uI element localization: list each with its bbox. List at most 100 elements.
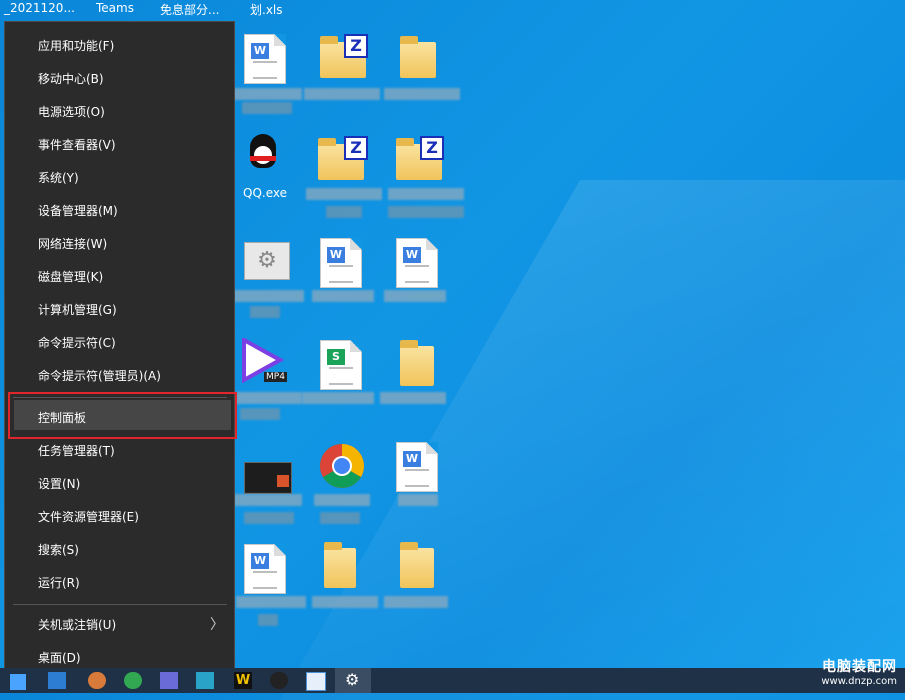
desktop-icon-chrome[interactable] bbox=[312, 440, 372, 498]
desktop-icon-word-3[interactable]: W bbox=[392, 236, 452, 294]
blurred-label bbox=[314, 494, 370, 506]
menu-separator bbox=[13, 604, 227, 605]
taskbar-app-icon[interactable] bbox=[196, 672, 214, 689]
desktop-icon-zip-folder-1[interactable]: Z bbox=[312, 30, 372, 88]
blurred-label bbox=[234, 290, 304, 302]
blurred-label bbox=[240, 408, 280, 420]
desktop-icon-folder-2[interactable] bbox=[392, 338, 452, 396]
blurred-label bbox=[388, 188, 464, 200]
blurred-label bbox=[236, 596, 306, 608]
spreadsheet-doc-icon: S bbox=[320, 340, 362, 390]
gear-icon: ⚙ bbox=[345, 670, 360, 689]
winx-context-menu: 应用和功能(F) 移动中心(B) 电源选项(O) 事件查看器(V) 系统(Y) … bbox=[4, 21, 237, 678]
qq-label: QQ.exe bbox=[243, 186, 287, 200]
menu-item-command-prompt-admin[interactable]: 命令提示符(管理员)(A) bbox=[5, 360, 234, 393]
menu-item-label: 应用和功能(F) bbox=[38, 39, 115, 53]
menu-item-system[interactable]: 系统(Y) bbox=[5, 162, 234, 195]
menu-item-device-manager[interactable]: 设备管理器(M) bbox=[5, 195, 234, 228]
desktop-icon-zip-folder-2[interactable]: Z bbox=[312, 132, 372, 190]
menu-item-label: 磁盘管理(K) bbox=[38, 270, 104, 284]
word-doc-icon: W bbox=[396, 238, 438, 288]
menu-item-label: 电源选项(O) bbox=[38, 105, 105, 119]
desktop-icon-folder-4[interactable] bbox=[392, 542, 452, 600]
blurred-label bbox=[380, 392, 446, 404]
menu-item-apps-features[interactable]: 应用和功能(F) bbox=[5, 30, 234, 63]
desktop-icon-word-1[interactable]: W bbox=[240, 30, 300, 88]
desktop-wallpaper bbox=[279, 180, 905, 700]
blurred-label bbox=[312, 596, 378, 608]
menu-item-label: 搜索(S) bbox=[38, 543, 79, 557]
desktop-icon-zip-folder-3[interactable]: Z bbox=[392, 132, 452, 190]
taskbar-app-icon[interactable] bbox=[160, 672, 178, 689]
blurred-label bbox=[306, 188, 382, 200]
menu-item-label: 控制面板 bbox=[38, 411, 87, 425]
folder-icon bbox=[400, 36, 436, 78]
desktop-icon-mp4[interactable]: MP4 bbox=[240, 338, 300, 396]
menu-item-label: 命令提示符(管理员)(A) bbox=[38, 369, 161, 383]
folder-icon bbox=[324, 542, 356, 588]
desktop-icon-presentation[interactable] bbox=[240, 440, 300, 498]
menu-item-label: 任务管理器(T) bbox=[38, 444, 115, 458]
blurred-label bbox=[244, 512, 294, 524]
zip-badge-icon: Z bbox=[420, 136, 444, 160]
blurred-label bbox=[302, 392, 374, 404]
start-windows-icon[interactable] bbox=[10, 674, 26, 690]
watermark-title: 电脑装配网 bbox=[822, 659, 897, 675]
menu-item-run[interactable]: 运行(R) bbox=[5, 567, 234, 600]
blurred-label bbox=[236, 392, 302, 404]
blurred-label bbox=[320, 512, 360, 524]
menu-item-computer-management[interactable]: 计算机管理(G) bbox=[5, 294, 234, 327]
menu-item-file-explorer[interactable]: 文件资源管理器(E) bbox=[5, 501, 234, 534]
menu-item-settings[interactable]: 设置(N) bbox=[5, 468, 234, 501]
watermark: 电脑装配网 www.dnzp.com bbox=[821, 656, 897, 687]
taskbar-qq-icon[interactable] bbox=[270, 672, 288, 689]
menu-item-label: 关机或注销(U) bbox=[38, 618, 117, 632]
desktop-label-1[interactable]: _2021120... bbox=[4, 1, 75, 15]
menu-item-label: 设置(N) bbox=[38, 477, 81, 491]
taskbar: W ⚙ bbox=[0, 668, 905, 693]
taskbar-app-icon[interactable] bbox=[48, 672, 66, 689]
desktop-top-icon-labels: _2021120... Teams 免息部分... 划.xls bbox=[0, 0, 905, 18]
taskbar-app-icon[interactable] bbox=[306, 672, 326, 691]
menu-item-network-connections[interactable]: 网络连接(W) bbox=[5, 228, 234, 261]
desktop-label-3[interactable]: 免息部分... bbox=[160, 1, 219, 18]
desktop-icon-folder-3[interactable] bbox=[312, 542, 372, 600]
taskbar-chrome-icon[interactable] bbox=[124, 672, 142, 689]
blurred-label bbox=[384, 290, 446, 302]
blurred-label bbox=[384, 596, 448, 608]
menu-item-task-manager[interactable]: 任务管理器(T) bbox=[5, 435, 234, 468]
menu-item-power-options[interactable]: 电源选项(O) bbox=[5, 96, 234, 129]
desktop-icon-word-2[interactable]: W bbox=[312, 236, 372, 294]
desktop-label-teams[interactable]: Teams bbox=[96, 1, 134, 15]
menu-item-label: 计算机管理(G) bbox=[38, 303, 117, 317]
menu-item-disk-management[interactable]: 磁盘管理(K) bbox=[5, 261, 234, 294]
blurred-label bbox=[388, 206, 464, 218]
menu-item-shutdown-signout[interactable]: 关机或注销(U) 〉 bbox=[5, 609, 234, 642]
desktop-icon-spreadsheet[interactable]: S bbox=[312, 338, 372, 396]
desktop-icon-word-4[interactable]: W bbox=[392, 440, 452, 498]
desktop-label-xls[interactable]: 划.xls bbox=[250, 1, 283, 18]
mp4-badge: MP4 bbox=[264, 372, 287, 382]
chevron-right-icon: 〉 bbox=[210, 617, 224, 633]
blurred-label bbox=[304, 88, 380, 100]
menu-item-search[interactable]: 搜索(S) bbox=[5, 534, 234, 567]
blurred-label bbox=[312, 290, 374, 302]
blurred-label bbox=[250, 306, 280, 318]
menu-item-event-viewer[interactable]: 事件查看器(V) bbox=[5, 129, 234, 162]
menu-item-command-prompt[interactable]: 命令提示符(C) bbox=[5, 327, 234, 360]
menu-item-control-panel[interactable]: 控制面板 bbox=[5, 402, 234, 435]
taskbar-app-icon[interactable] bbox=[88, 672, 106, 689]
zip-badge-icon: Z bbox=[344, 34, 368, 58]
word-doc-icon: W bbox=[320, 238, 362, 288]
menu-item-mobility-center[interactable]: 移动中心(B) bbox=[5, 63, 234, 96]
desktop-icon-qq[interactable]: QQ.exe bbox=[240, 132, 300, 200]
desktop-icon-word-5[interactable]: W bbox=[240, 542, 300, 600]
desktop-icon-settings-app[interactable]: ⚙ bbox=[240, 236, 300, 294]
taskbar-wps-icon[interactable]: W bbox=[234, 672, 252, 689]
word-doc-icon: W bbox=[244, 544, 286, 594]
taskbar-settings-active[interactable]: ⚙ bbox=[335, 668, 371, 693]
desktop-icon-folder-1[interactable] bbox=[392, 30, 452, 88]
menu-item-label: 系统(Y) bbox=[38, 171, 79, 185]
presentation-thumb-icon bbox=[244, 462, 292, 494]
menu-item-label: 运行(R) bbox=[38, 576, 80, 590]
